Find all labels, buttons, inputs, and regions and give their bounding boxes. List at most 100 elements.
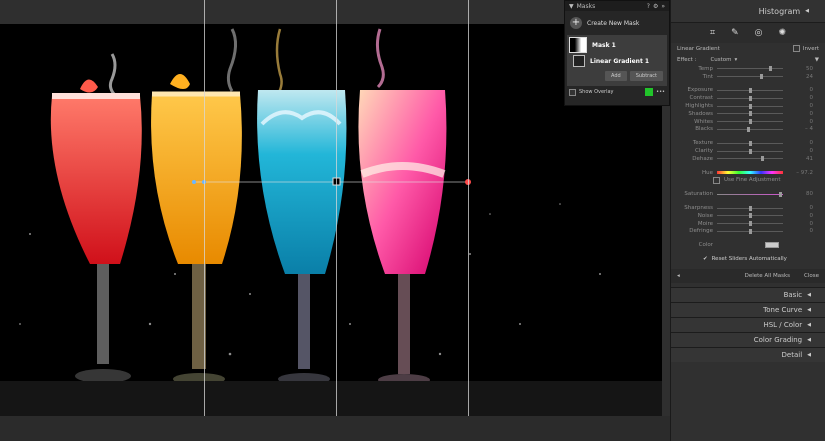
slider-row-moire[interactable]: Moire 0: [671, 220, 825, 228]
slider-knob[interactable]: [748, 140, 752, 146]
show-overlay-checkbox[interactable]: [569, 88, 576, 96]
slider-track[interactable]: [717, 140, 783, 146]
slider-row-exposure[interactable]: Exposure 0: [671, 87, 825, 95]
section-basic[interactable]: Basic ◀: [671, 286, 825, 302]
slider-row-contrast[interactable]: Contrast 0: [671, 94, 825, 102]
section-color-grading[interactable]: Color Grading ◀: [671, 331, 825, 347]
slider-track[interactable]: [717, 95, 783, 101]
slider-knob[interactable]: [748, 87, 752, 93]
slider-track[interactable]: [717, 205, 783, 211]
saturation-slider[interactable]: [717, 191, 783, 197]
color-swatch[interactable]: [765, 242, 779, 249]
slider-row-tint[interactable]: Tint 24: [671, 73, 825, 81]
crop-tool-icon[interactable]: ⌗: [710, 28, 715, 38]
slider-track[interactable]: [717, 148, 783, 154]
saturation-slider-row[interactable]: Saturation 80: [671, 190, 825, 198]
slider-value[interactable]: 0: [783, 228, 814, 234]
slider-knob[interactable]: [748, 228, 752, 234]
masks-panel-header[interactable]: ▼ Masks ? ⚙ »: [565, 1, 669, 11]
slider-row-noise[interactable]: Noise 0: [671, 212, 825, 220]
section-detail[interactable]: Detail ◀: [671, 346, 825, 362]
reset-sliders-row[interactable]: ✔ Reset Sliders Automatically: [671, 255, 825, 263]
expand-icon[interactable]: »: [661, 3, 665, 10]
saturation-value[interactable]: 80: [783, 191, 813, 197]
hue-value[interactable]: – 97.2: [783, 170, 813, 176]
slider-value[interactable]: 50: [783, 66, 813, 72]
slider-row-temp[interactable]: Temp 50: [671, 65, 825, 73]
masks-panel[interactable]: ▼ Masks ? ⚙ » + Create New Mask Mask 1 L…: [564, 0, 670, 106]
slider-value[interactable]: 24: [783, 74, 813, 80]
redeye-tool-icon[interactable]: ◎: [755, 28, 763, 38]
section-hsl-color[interactable]: HSL / Color ◀: [671, 316, 825, 332]
slider-knob[interactable]: [748, 111, 752, 117]
photo-preview[interactable]: [0, 24, 662, 416]
slider-knob[interactable]: [748, 103, 752, 109]
slider-row-clarity[interactable]: Clarity 0: [671, 147, 825, 155]
create-new-mask-button[interactable]: + Create New Mask: [565, 11, 669, 32]
section-tone-curve[interactable]: Tone Curve ◀: [671, 301, 825, 317]
gradient-guide-line[interactable]: [204, 0, 205, 441]
gradient-guide-line[interactable]: [336, 0, 337, 441]
slider-knob[interactable]: [761, 156, 765, 162]
slider-value[interactable]: 0: [783, 111, 814, 117]
slider-track[interactable]: [717, 221, 783, 227]
slider-row-dehaze[interactable]: Dehaze 41: [671, 155, 825, 163]
hue-slider-row[interactable]: Hue – 97.2: [671, 169, 825, 177]
checkmark-icon[interactable]: ✔: [703, 256, 708, 262]
add-button[interactable]: Add: [605, 71, 627, 81]
gradient-guide-line[interactable]: [468, 0, 469, 441]
slider-knob[interactable]: [748, 213, 752, 219]
slider-value[interactable]: – 4: [783, 126, 813, 132]
linear-gradient-row[interactable]: Linear Gradient 1: [569, 53, 665, 69]
fine-adjust-checkbox[interactable]: [713, 176, 720, 184]
settings-icon[interactable]: ⚙: [653, 3, 658, 10]
slider-value[interactable]: 0: [783, 205, 814, 211]
slider-track[interactable]: [717, 103, 783, 109]
slider-value[interactable]: 0: [783, 148, 814, 154]
slider-value[interactable]: 0: [783, 103, 814, 109]
triangle-down-icon[interactable]: ▼: [815, 57, 819, 63]
heal-tool-icon[interactable]: ✎: [731, 28, 739, 38]
slider-row-shadows[interactable]: Shadows 0: [671, 110, 825, 118]
slider-track[interactable]: [717, 156, 783, 162]
slider-knob[interactable]: [768, 66, 772, 72]
slider-row-texture[interactable]: Texture 0: [671, 139, 825, 147]
slider-track[interactable]: [717, 119, 783, 125]
close-button[interactable]: Close: [804, 273, 819, 279]
pin-icon[interactable]: ◂: [677, 273, 680, 279]
slider-value[interactable]: 0: [783, 221, 814, 227]
slider-knob[interactable]: [747, 126, 751, 132]
slider-value[interactable]: 41: [783, 156, 813, 162]
slider-value[interactable]: 0: [783, 119, 814, 125]
mask-1-block[interactable]: Mask 1 Linear Gradient 1 Add Subtract: [567, 35, 667, 86]
slider-row-defringe[interactable]: Defringe 0: [671, 228, 825, 236]
slider-value[interactable]: 0: [783, 140, 814, 146]
slider-track[interactable]: [717, 87, 783, 93]
slider-knob[interactable]: [748, 95, 752, 101]
slider-knob[interactable]: [759, 74, 763, 80]
slider-knob[interactable]: [748, 148, 752, 154]
slider-track[interactable]: [717, 228, 783, 234]
effect-select[interactable]: Custom: [710, 57, 731, 63]
delete-all-masks-button[interactable]: Delete All Masks: [745, 273, 790, 279]
color-row[interactable]: Color: [671, 241, 825, 249]
develop-right-panel[interactable]: Histogram ◀ ⌗ ✎ ◎ ✺ Linear Gradient Inve…: [670, 0, 825, 441]
slider-knob[interactable]: [748, 205, 752, 211]
slider-track[interactable]: [717, 74, 783, 80]
invert-checkbox[interactable]: [792, 45, 800, 52]
slider-track[interactable]: [717, 111, 783, 117]
mask-1-row[interactable]: Mask 1: [569, 37, 665, 53]
slider-knob[interactable]: [748, 221, 752, 227]
collapse-icon[interactable]: ▼: [569, 3, 574, 10]
masking-tool-icon[interactable]: ✺: [778, 28, 786, 38]
slider-track[interactable]: [717, 66, 783, 72]
slider-row-blacks[interactable]: Blacks – 4: [671, 126, 825, 134]
slider-track[interactable]: [717, 126, 783, 132]
slider-row-whites[interactable]: Whites 0: [671, 118, 825, 126]
slider-knob[interactable]: [748, 119, 752, 125]
chevron-down-icon[interactable]: ▾: [735, 57, 738, 63]
overlay-color-swatch[interactable]: [645, 88, 654, 96]
histogram-header[interactable]: Histogram ◀: [671, 0, 825, 23]
slider-value[interactable]: 0: [783, 213, 814, 219]
slider-row-sharpness[interactable]: Sharpness 0: [671, 204, 825, 212]
